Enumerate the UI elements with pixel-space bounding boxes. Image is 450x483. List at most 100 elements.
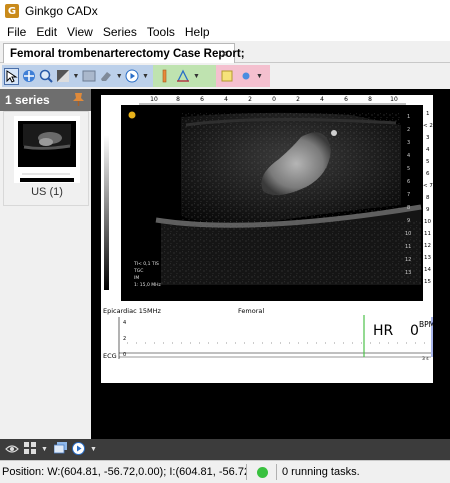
menu-file[interactable]: File	[2, 25, 31, 39]
measure-dropdown-arrow-icon[interactable]: ▼	[193, 73, 201, 80]
note-tool-icon[interactable]	[218, 68, 235, 85]
ruler-tick-label: 12	[424, 243, 431, 249]
window-level-tool-icon[interactable]	[55, 68, 70, 85]
depth-label: 1	[407, 114, 410, 120]
depth-label: 8	[407, 205, 410, 211]
image-viewer[interactable]: 10 8 6 4 2 0 2 4 6 8 10 1 < 2 3 4 5 6 < …	[91, 89, 450, 439]
top-ruler: 10 8 6 4 2 0 2 4 6 8 10	[139, 96, 406, 105]
layout-dropdown-arrow-icon[interactable]: ▼	[41, 446, 48, 453]
app-logo-icon: G	[5, 4, 19, 18]
ruler-tick-label: 4	[224, 96, 228, 103]
toolbar-group-navigation: ▼ ▼ ▼	[2, 65, 153, 87]
select-tool-icon[interactable]	[4, 67, 20, 85]
overlay-line: TGC	[133, 268, 143, 274]
depth-label: 9	[407, 218, 410, 224]
pan-tool-icon[interactable]	[21, 68, 36, 85]
ruler-tick-label: 13	[424, 255, 431, 261]
depth-label: 5	[407, 166, 410, 172]
ruler-tick-label: 9	[426, 207, 430, 213]
probe-label: Epicardiac 15MHz	[103, 307, 161, 315]
series-panel: 1 series US (1)	[0, 89, 91, 439]
task-status-indicator-icon	[257, 466, 268, 478]
ruler-tick-label: 8	[426, 195, 430, 201]
menu-edit[interactable]: Edit	[31, 25, 62, 39]
ruler-tick-label: 6	[200, 96, 204, 103]
play-cine-icon[interactable]	[125, 68, 140, 85]
ruler-tick-label: 1	[426, 111, 430, 117]
ruler-tool-icon[interactable]	[155, 68, 172, 85]
eraser-tool-icon[interactable]	[99, 68, 114, 85]
series-thumbnail-image	[14, 116, 80, 183]
overlay-line: 1: 15,0 MHz	[134, 282, 162, 288]
depth-label: 11	[405, 244, 411, 250]
title-bar: G Ginkgo CADx	[0, 0, 450, 22]
depth-label: 12	[405, 257, 411, 263]
angle-tool-icon[interactable]	[174, 68, 191, 85]
ruler-tick-label: 8	[176, 96, 180, 103]
document-tab[interactable]: Femoral trombenarterectomy Case Report; …	[3, 43, 245, 63]
layout-grid-icon[interactable]	[24, 442, 36, 457]
depth-label: 13	[405, 270, 411, 276]
ruler-tick-label: 6	[426, 171, 430, 177]
ultrasound-tissue	[155, 112, 422, 285]
running-tasks-label: 0 running tasks.	[282, 466, 360, 478]
eye-icon[interactable]	[5, 443, 19, 457]
ruler-tick-label: 10	[390, 96, 398, 103]
ruler-tick-label: 2	[296, 96, 300, 103]
marker-tool-icon[interactable]	[237, 68, 254, 85]
region-label: Femoral	[238, 307, 264, 315]
status-separator	[246, 464, 247, 480]
status-bar: Position: W:(604.81, -56.72,0.00); I:(60…	[0, 460, 450, 483]
ruler-tick-label: 2	[248, 96, 252, 103]
ruler-tick-label: 0	[272, 96, 276, 103]
layout-grid-icon[interactable]	[82, 68, 97, 85]
toolbar: ▼ ▼ ▼ ▼ ▼	[0, 63, 450, 89]
ruler-tick-label: 15	[424, 279, 431, 285]
grayscale-bar	[104, 135, 109, 290]
ecg-label: ECG	[103, 352, 117, 360]
series-count-title: 1 series	[5, 93, 50, 107]
cine-dropdown-arrow-icon[interactable]: ▼	[142, 73, 149, 80]
ruler-tick-label: 10	[150, 96, 158, 103]
ruler-tick-label: 14	[424, 267, 431, 273]
menu-view[interactable]: View	[62, 25, 98, 39]
hr-unit: BPM	[419, 320, 433, 329]
hr-value: 0	[410, 323, 419, 339]
tool-dropdown-arrow-icon[interactable]: ▼	[73, 73, 80, 80]
play-dropdown-arrow-icon[interactable]: ▼	[90, 446, 97, 453]
cursor-position: Position: W:(604.81, -56.72,0.00); I:(60…	[2, 466, 246, 478]
toolbar-group-annotate: ▼	[216, 65, 270, 87]
ruler-tick-label: 4	[426, 147, 430, 153]
series-thumbnail[interactable]: US (1)	[3, 111, 89, 206]
menu-help[interactable]: Help	[180, 25, 215, 39]
ruler-tick-label: 10	[424, 219, 431, 225]
overlay-line: TI< 0,1 TIS	[133, 261, 159, 267]
depth-label: 6	[407, 179, 410, 185]
document-tab-bar: Femoral trombenarterectomy Case Report; …	[0, 41, 450, 63]
ecg-scale-label: 2	[123, 336, 126, 342]
series-thumbnail-caption: US (1)	[31, 186, 63, 198]
menu-bar: File Edit View Series Tools Help	[0, 22, 450, 41]
close-tab-icon[interactable]: ×	[220, 46, 228, 61]
stack-icon[interactable]	[53, 442, 67, 457]
menu-series[interactable]: Series	[98, 25, 142, 39]
ruler-tick-label: < 2	[423, 123, 433, 129]
pin-icon[interactable]	[72, 92, 85, 109]
ruler-tick-label: 6	[344, 96, 348, 103]
ultrasound-image[interactable]: 10 8 6 4 2 0 2 4 6 8 10 1 < 2 3 4 5 6 < …	[101, 95, 435, 383]
right-ruler: 1 < 2 3 4 5 6 < 7 8 9 10 11 12 13 14 15	[423, 111, 433, 285]
depth-label: 10	[405, 231, 411, 237]
menu-tools[interactable]: Tools	[142, 25, 180, 39]
ruler-tick-label: 8	[368, 96, 372, 103]
depth-label: 3	[407, 140, 410, 146]
play-icon[interactable]	[71, 441, 85, 458]
window-title: Ginkgo CADx	[25, 4, 98, 18]
document-tab-label: Femoral trombenarterectomy Case Report;	[10, 47, 245, 60]
depth-label: 2	[407, 127, 410, 133]
orientation-marker	[128, 111, 136, 119]
eraser-dropdown-arrow-icon[interactable]: ▼	[116, 73, 123, 80]
ruler-tick-label: 3	[426, 135, 430, 141]
annotate-dropdown-arrow-icon[interactable]: ▼	[256, 73, 264, 80]
zoom-tool-icon[interactable]	[38, 68, 53, 85]
series-panel-header: 1 series	[0, 89, 91, 111]
